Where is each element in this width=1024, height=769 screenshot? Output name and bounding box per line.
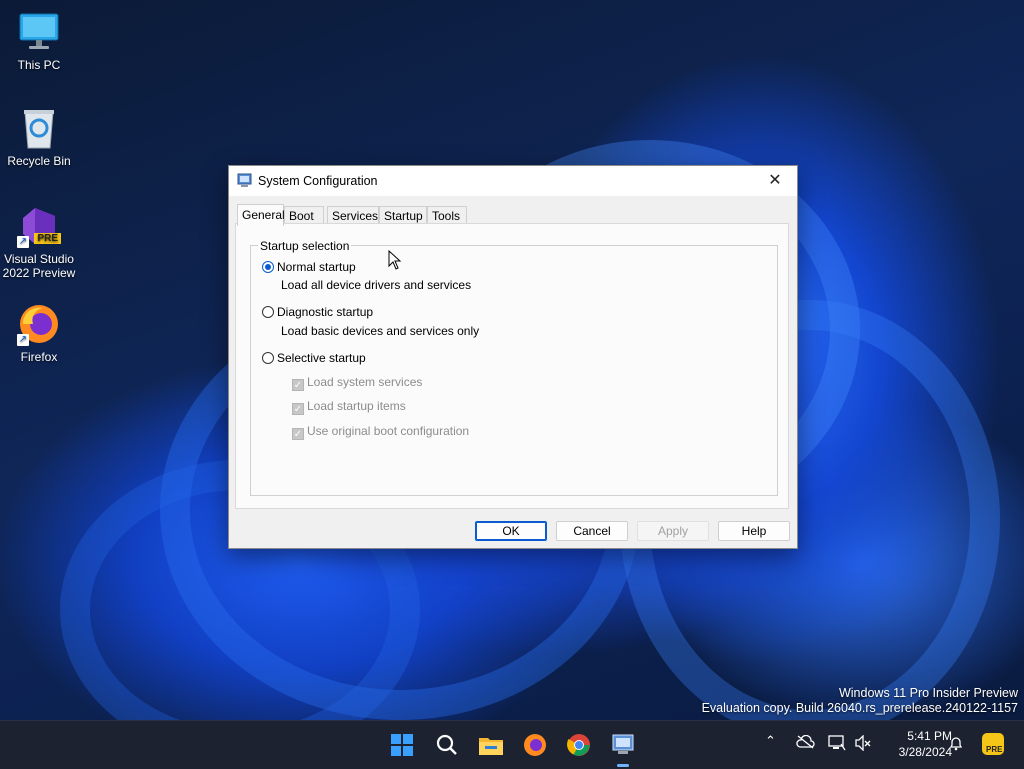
- close-icon: ✕: [768, 172, 782, 189]
- general-tab-panel: Startup selection Normal startup Load al…: [235, 223, 789, 509]
- desktop-icon-label: Firefox: [20, 350, 58, 364]
- system-configuration-taskbar-button[interactable]: [607, 729, 639, 767]
- tab-tools[interactable]: Tools: [427, 206, 467, 224]
- clock-date: 3/28/2024: [898, 745, 952, 759]
- checkbox-label: Load startup items: [307, 399, 406, 413]
- search-button[interactable]: [431, 729, 463, 761]
- option-description: Load all device drivers and services: [281, 278, 472, 292]
- desktop-icon-label: Recycle Bin: [7, 154, 71, 168]
- msconfig-icon: [612, 734, 634, 754]
- dialog-title: System Configuration: [258, 174, 378, 188]
- recycle-bin-icon: [17, 106, 61, 150]
- folder-icon: [479, 738, 503, 755]
- tab-boot[interactable]: Boot: [284, 206, 324, 224]
- checkmark-icon: ✓: [292, 428, 304, 440]
- desktop-icon-label: Visual Studio 2022 Preview: [0, 252, 78, 280]
- checkmark-icon: ✓: [292, 379, 304, 391]
- normal-startup-radio[interactable]: Normal startup: [262, 259, 356, 275]
- firefox-taskbar-button[interactable]: [519, 729, 551, 761]
- shortcut-arrow-icon: ↗: [17, 236, 29, 248]
- help-button[interactable]: Help: [718, 521, 790, 541]
- insider-badge[interactable]: PRE: [980, 731, 1006, 760]
- desktop-icon-recycle-bin[interactable]: Recycle Bin: [0, 106, 78, 168]
- network-button[interactable]: [828, 735, 846, 754]
- watermark-line: Evaluation copy. Build 26040.rs_prerelea…: [701, 701, 1018, 715]
- speaker-muted-icon: [855, 734, 871, 752]
- desktop-icon-this-pc[interactable]: This PC: [0, 10, 78, 72]
- chrome-taskbar-button[interactable]: [563, 729, 595, 761]
- radio-label: Diagnostic startup: [277, 305, 374, 319]
- load-startup-items-checkbox[interactable]: ✓ Load startup items: [292, 398, 406, 415]
- network-icon: [828, 735, 846, 751]
- radio-checked-icon: [262, 261, 274, 273]
- watermark-line: Windows 11 Pro Insider Preview: [838, 686, 1018, 700]
- ok-button[interactable]: OK: [475, 521, 547, 541]
- desktop-icon-visual-studio[interactable]: PRE ↗ Visual Studio 2022 Preview: [0, 204, 78, 280]
- monitor-icon: [17, 10, 61, 54]
- show-hidden-icons-button[interactable]: ⌃: [765, 733, 776, 749]
- close-button[interactable]: ✕: [753, 166, 797, 196]
- radio-label: Normal startup: [277, 260, 356, 274]
- windows-logo-icon: [391, 734, 413, 756]
- notifications-button[interactable]: [948, 735, 964, 754]
- clock[interactable]: 5:41 PM 3/28/2024: [899, 728, 952, 760]
- checkmark-icon: ✓: [292, 403, 304, 415]
- pre-badge-label: PRE: [986, 745, 1003, 754]
- cancel-button[interactable]: Cancel: [556, 521, 628, 541]
- cloud-offline-icon: [796, 734, 815, 749]
- tab-services[interactable]: Services: [327, 206, 379, 224]
- radio-unchecked-icon: [262, 306, 274, 318]
- radio-unchecked-icon: [262, 352, 274, 364]
- volume-button[interactable]: [854, 734, 872, 754]
- firefox-icon: ↗: [17, 302, 61, 346]
- chrome-icon: [567, 734, 590, 756]
- load-system-services-checkbox[interactable]: ✓ Load system services: [292, 374, 423, 391]
- firefox-icon: [524, 734, 546, 756]
- start-button[interactable]: [386, 729, 418, 761]
- tab-general[interactable]: General: [237, 204, 285, 226]
- diagnostic-startup-radio[interactable]: Diagnostic startup: [262, 304, 373, 320]
- taskbar: ⌃ 5:41 PM 3/28/2024 PRE: [0, 720, 1024, 769]
- chevron-up-icon: ⌃: [765, 733, 776, 748]
- pre-badge: PRE: [34, 233, 61, 244]
- tab-startup[interactable]: Startup: [379, 206, 427, 224]
- visual-studio-icon: PRE ↗: [17, 204, 61, 248]
- desktop-icon-firefox[interactable]: ↗ Firefox: [0, 302, 78, 364]
- mouse-cursor-icon: [388, 249, 402, 270]
- use-original-boot-configuration-checkbox[interactable]: ✓ Use original boot configuration: [292, 423, 470, 440]
- clock-time: 5:41 PM: [907, 729, 952, 743]
- shortcut-arrow-icon: ↗: [17, 334, 29, 346]
- file-explorer-button[interactable]: [475, 729, 507, 761]
- desktop-icon-label: This PC: [17, 58, 61, 72]
- option-description: Load basic devices and services only: [281, 324, 480, 338]
- bell-icon: [949, 737, 963, 751]
- evaluation-watermark: Windows 11 Pro Insider Preview Evaluatio…: [702, 686, 1018, 716]
- selective-startup-radio[interactable]: Selective startup: [262, 350, 366, 366]
- onedrive-button[interactable]: [795, 734, 815, 752]
- apply-button[interactable]: Apply: [637, 521, 709, 541]
- system-configuration-dialog: System Configuration ✕ General Boot Serv…: [228, 165, 798, 549]
- title-bar[interactable]: System Configuration ✕: [229, 166, 797, 196]
- group-label: Startup selection: [258, 239, 352, 253]
- label-line: Visual Studio: [4, 252, 74, 266]
- msconfig-icon: [237, 173, 252, 188]
- label-line: 2022 Preview: [2, 266, 76, 280]
- search-icon: [436, 734, 457, 755]
- radio-label: Selective startup: [277, 351, 366, 365]
- checkbox-label: Load system services: [307, 375, 423, 389]
- checkbox-label: Use original boot configuration: [307, 424, 470, 438]
